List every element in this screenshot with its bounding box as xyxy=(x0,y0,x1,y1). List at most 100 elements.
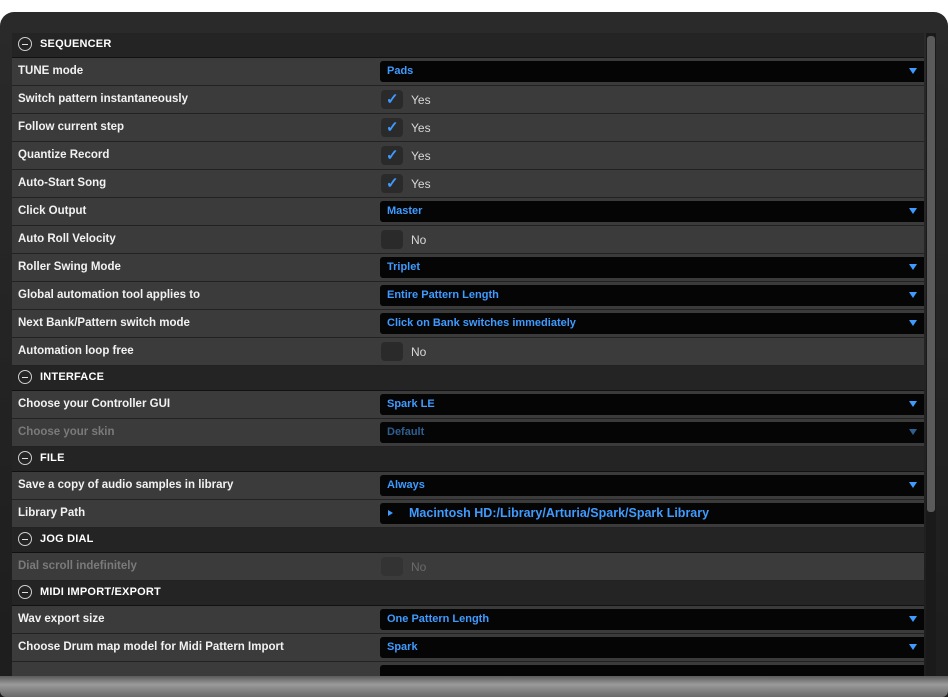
row-label: Choose Drum map model for Midi Pattern I… xyxy=(18,641,284,653)
click-output-dropdown[interactable]: Master xyxy=(380,201,924,222)
follow-step-checkbox[interactable]: ✓ xyxy=(381,118,403,137)
window-bottom-bezel xyxy=(0,676,948,697)
collapse-icon[interactable] xyxy=(18,585,32,599)
row-automation-loop: Automation loop free No xyxy=(12,338,924,366)
row-tune-mode: TUNE mode Pads xyxy=(12,58,924,86)
dropdown-arrow-icon xyxy=(909,616,917,622)
row-dial-scroll: Dial scroll indefinitely No xyxy=(12,553,924,581)
checkmark-icon: ✓ xyxy=(386,119,399,136)
dropdown-arrow-icon xyxy=(909,68,917,74)
section-sequencer[interactable]: SEQUENCER xyxy=(12,33,924,58)
dropdown-arrow-icon xyxy=(909,264,917,270)
row-label: Automation loop free xyxy=(18,345,134,357)
auto-start-checkbox[interactable]: ✓ xyxy=(381,174,403,193)
checkbox-label: Yes xyxy=(411,149,431,163)
dropdown-value: Entire Pattern Length xyxy=(387,289,499,301)
row-next-bank: Next Bank/Pattern switch mode Click on B… xyxy=(12,310,924,338)
row-auto-roll: Auto Roll Velocity No xyxy=(12,226,924,254)
row-label: Save a copy of audio samples in library xyxy=(18,479,234,491)
preferences-panel: SEQUENCER TUNE mode Pads Switch pattern … xyxy=(12,33,924,676)
row-save-copy: Save a copy of audio samples in library … xyxy=(12,472,924,500)
row-drum-map: Choose Drum map model for Midi Pattern I… xyxy=(12,634,924,662)
row-label: Auto Roll Velocity xyxy=(18,233,116,245)
controller-gui-dropdown[interactable]: Spark LE xyxy=(380,394,924,415)
row-label: Dial scroll indefinitely xyxy=(18,560,137,572)
checkbox-label: No xyxy=(411,233,427,247)
dropdown-arrow-icon xyxy=(909,429,917,435)
checkbox-label: Yes xyxy=(411,93,431,107)
dial-scroll-checkbox xyxy=(381,557,403,576)
vertical-scrollbar[interactable] xyxy=(926,33,936,676)
library-path-field[interactable]: Macintosh HD:/Library/Arturia/Spark/Spar… xyxy=(380,503,924,524)
section-jog-dial[interactable]: JOG DIAL xyxy=(12,528,924,553)
section-title: JOG DIAL xyxy=(40,533,94,545)
row-controller-gui: Choose your Controller GUI Spark LE xyxy=(12,391,924,419)
checkbox-label: Yes xyxy=(411,177,431,191)
checkmark-icon: ✓ xyxy=(386,147,399,164)
row-roller-swing: Roller Swing Mode Triplet xyxy=(12,254,924,282)
row-global-automation: Global automation tool applies to Entire… xyxy=(12,282,924,310)
partial-dropdown[interactable] xyxy=(380,665,924,676)
dropdown-arrow-icon xyxy=(909,208,917,214)
dropdown-value: One Pattern Length xyxy=(387,613,490,625)
dropdown-arrow-icon xyxy=(909,401,917,407)
collapse-icon[interactable] xyxy=(18,532,32,546)
dropdown-value: Click on Bank switches immediately xyxy=(387,317,576,329)
global-automation-dropdown[interactable]: Entire Pattern Length xyxy=(380,285,924,306)
row-label: Click Output xyxy=(18,205,87,217)
scrollbar-thumb[interactable] xyxy=(927,36,935,512)
section-title: MIDI IMPORT/EXPORT xyxy=(40,586,161,598)
row-library-path: Library Path Macintosh HD:/Library/Artur… xyxy=(12,500,924,528)
row-skin: Choose your skin Default xyxy=(12,419,924,447)
row-label: Library Path xyxy=(18,507,86,519)
row-label: Roller Swing Mode xyxy=(18,261,121,273)
row-label: Follow current step xyxy=(18,121,125,133)
dropdown-arrow-icon xyxy=(909,482,917,488)
dropdown-arrow-icon xyxy=(909,644,917,650)
dropdown-value: Triplet xyxy=(387,261,421,273)
row-partial xyxy=(12,662,924,676)
dropdown-value: Default xyxy=(387,426,425,438)
next-bank-dropdown[interactable]: Click on Bank switches immediately xyxy=(380,313,924,334)
automation-loop-checkbox[interactable] xyxy=(381,342,403,361)
checkbox-label: No xyxy=(411,345,427,359)
skin-dropdown: Default xyxy=(380,422,924,443)
dropdown-arrow-icon xyxy=(909,320,917,326)
dropdown-value: Always xyxy=(387,479,425,491)
section-title: INTERFACE xyxy=(40,371,105,383)
dropdown-value: Pads xyxy=(387,65,414,77)
row-auto-start: Auto-Start Song ✓ Yes xyxy=(12,170,924,198)
collapse-icon[interactable] xyxy=(18,370,32,384)
collapse-icon[interactable] xyxy=(18,451,32,465)
play-arrow-icon xyxy=(388,510,393,516)
section-interface[interactable]: INTERFACE xyxy=(12,366,924,391)
checkmark-icon: ✓ xyxy=(386,91,399,108)
dropdown-value: Spark xyxy=(387,641,418,653)
row-click-output: Click Output Master xyxy=(12,198,924,226)
quantize-record-checkbox[interactable]: ✓ xyxy=(381,146,403,165)
row-label: Next Bank/Pattern switch mode xyxy=(18,317,190,329)
tune-mode-dropdown[interactable]: Pads xyxy=(380,61,924,82)
checkbox-label: No xyxy=(411,560,427,574)
row-switch-pattern: Switch pattern instantaneously ✓ Yes xyxy=(12,86,924,114)
row-label: Quantize Record xyxy=(18,149,110,161)
checkmark-icon: ✓ xyxy=(386,175,399,192)
save-copy-dropdown[interactable]: Always xyxy=(380,475,924,496)
section-file[interactable]: FILE xyxy=(12,447,924,472)
wav-export-dropdown[interactable]: One Pattern Length xyxy=(380,609,924,630)
roller-swing-dropdown[interactable]: Triplet xyxy=(380,257,924,278)
row-follow-step: Follow current step ✓ Yes xyxy=(12,114,924,142)
drum-map-dropdown[interactable]: Spark xyxy=(380,637,924,658)
row-label: TUNE mode xyxy=(18,65,84,77)
row-label: Choose your skin xyxy=(18,426,115,438)
auto-roll-checkbox[interactable] xyxy=(381,230,403,249)
row-label: Switch pattern instantaneously xyxy=(18,93,188,105)
collapse-icon[interactable] xyxy=(18,37,32,51)
switch-pattern-checkbox[interactable]: ✓ xyxy=(381,90,403,109)
checkbox-label: Yes xyxy=(411,121,431,135)
dropdown-value: Spark LE xyxy=(387,398,435,410)
section-midi[interactable]: MIDI IMPORT/EXPORT xyxy=(12,581,924,606)
dropdown-arrow-icon xyxy=(909,292,917,298)
section-title: SEQUENCER xyxy=(40,38,112,50)
row-wav-export: Wav export size One Pattern Length xyxy=(12,606,924,634)
